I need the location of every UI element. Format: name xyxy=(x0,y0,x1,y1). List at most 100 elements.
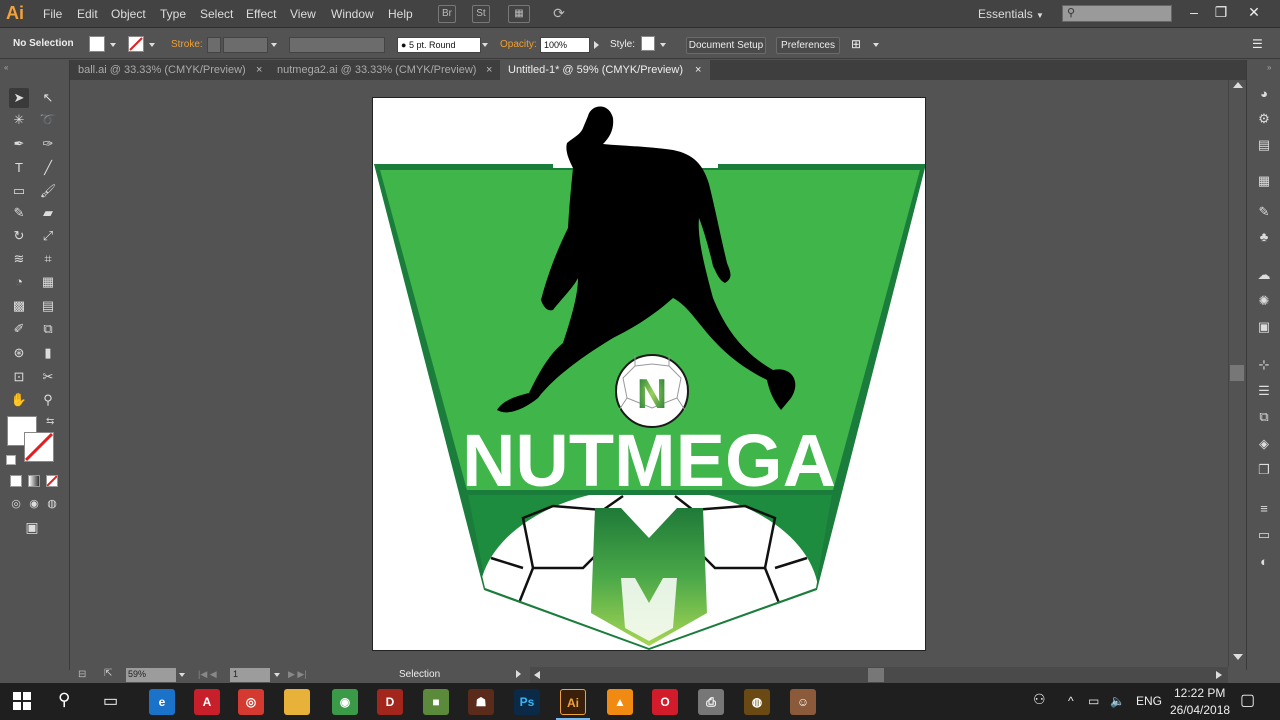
bridge-icon[interactable]: Br xyxy=(438,5,456,23)
gradient-mode-icon[interactable] xyxy=(28,475,40,487)
draw-behind-icon[interactable]: ◉ xyxy=(24,494,44,514)
document-setup-button[interactable]: Document Setup xyxy=(686,37,766,54)
pencil-tool-icon[interactable]: ✎ xyxy=(9,203,29,223)
taskbar-app-chrome[interactable]: ◉ xyxy=(332,689,358,715)
stroke-dropdown-icon[interactable] xyxy=(149,43,155,47)
panel-menu-icon[interactable]: ☰ xyxy=(1252,37,1263,51)
first-artboard-icon[interactable]: |◀ ◀ xyxy=(198,669,217,680)
width-tool-icon[interactable]: ≋ xyxy=(9,249,29,269)
graphic-styles-icon[interactable]: ▣ xyxy=(1255,318,1273,336)
close-tab-icon[interactable]: × xyxy=(256,64,262,76)
scroll-right-icon[interactable] xyxy=(1216,671,1222,679)
close-tab-icon[interactable]: × xyxy=(486,64,492,76)
preferences-button[interactable]: Preferences xyxy=(776,37,840,54)
last-artboard-icon[interactable]: ▶ ▶| xyxy=(288,669,307,680)
brush-definition-field[interactable]: ● 5 pt. Round xyxy=(397,37,481,53)
vertical-scrollbar[interactable] xyxy=(1228,80,1246,667)
type-tool-icon[interactable]: T xyxy=(9,158,29,178)
gradient-panel-icon[interactable]: ▭ xyxy=(1255,526,1273,544)
transform-icon[interactable]: ⊹ xyxy=(1255,356,1273,374)
battery-icon[interactable]: ▭ xyxy=(1088,694,1099,708)
task-view-icon[interactable]: ▭ xyxy=(103,691,118,711)
direct-selection-tool-icon[interactable]: ↖ xyxy=(38,88,58,108)
help-search-input[interactable]: ⚲ xyxy=(1062,5,1172,22)
artboard-dropdown-icon[interactable] xyxy=(274,673,280,677)
taskbar-app-printer[interactable]: ⎙ xyxy=(698,689,724,715)
rotate-tool-icon[interactable]: ↻ xyxy=(9,226,29,246)
variable-width-profile[interactable] xyxy=(289,37,385,53)
curvature-tool-icon[interactable]: ✑ xyxy=(38,134,58,154)
taskbar-app-edge[interactable]: e xyxy=(149,689,175,715)
fill-dropdown-icon[interactable] xyxy=(110,43,116,47)
style-swatch[interactable] xyxy=(641,36,655,51)
export-icon[interactable]: ⇱ xyxy=(104,668,112,679)
paintbrush-tool-icon[interactable]: 🖌 xyxy=(38,181,58,201)
eraser-tool-icon[interactable]: ▰ xyxy=(38,203,58,223)
menu-object[interactable]: Object xyxy=(111,7,146,21)
menu-help[interactable]: Help xyxy=(388,7,413,21)
expand-panels-icon[interactable]: » xyxy=(1267,63,1271,72)
taskbar-app-photoshop[interactable]: Ps xyxy=(514,689,540,715)
taskbar-app-file-explorer[interactable] xyxy=(284,689,310,715)
layers-icon[interactable]: ◈ xyxy=(1255,435,1273,453)
notification-icon[interactable]: ▢ xyxy=(1240,690,1255,710)
lasso-tool-icon[interactable]: ➰ xyxy=(38,110,58,130)
mesh-tool-icon[interactable]: ▩ xyxy=(9,296,29,316)
shape-builder-tool-icon[interactable]: ◔ xyxy=(9,272,29,292)
artboard-number-field[interactable]: 1 xyxy=(230,668,270,682)
collapse-panel-icon[interactable]: « xyxy=(4,63,8,72)
symbol-sprayer-tool-icon[interactable]: ⊛ xyxy=(9,343,29,363)
stroke-label[interactable]: Stroke: xyxy=(171,39,203,50)
vertical-scroll-thumb[interactable] xyxy=(1230,365,1244,381)
slice-tool-icon[interactable]: ✂ xyxy=(38,367,58,387)
workspace-switcher[interactable]: Essentials ▼ xyxy=(978,7,1044,21)
draw-inside-icon[interactable]: ◍ xyxy=(42,494,62,514)
close-tab-icon[interactable]: × xyxy=(695,64,701,76)
arrange-dropdown-icon[interactable] xyxy=(873,43,879,47)
menu-view[interactable]: View xyxy=(290,7,316,21)
opacity-label[interactable]: Opacity: xyxy=(500,39,537,50)
rectangle-tool-icon[interactable]: ▭ xyxy=(9,181,29,201)
menu-window[interactable]: Window xyxy=(331,7,374,21)
search-icon[interactable]: ⚲ xyxy=(58,690,70,710)
scale-tool-icon[interactable]: ⤢ xyxy=(38,226,58,246)
stroke-stepper[interactable] xyxy=(207,37,221,53)
hand-tool-icon[interactable]: ✋ xyxy=(9,390,29,410)
libraries-icon[interactable]: ☁ xyxy=(1255,266,1273,284)
menu-select[interactable]: Select xyxy=(200,7,233,21)
horizontal-scroll-thumb[interactable] xyxy=(868,668,884,682)
windows-start-icon[interactable] xyxy=(13,692,31,713)
selection-tool-icon[interactable]: ➤ xyxy=(9,88,29,108)
horizontal-scrollbar[interactable] xyxy=(530,667,1228,683)
menu-effect[interactable]: Effect xyxy=(246,7,276,21)
scroll-up-icon[interactable] xyxy=(1233,82,1243,88)
chevron-up-icon[interactable]: ^ xyxy=(1068,694,1074,708)
stroke-color-box[interactable] xyxy=(24,432,54,462)
taskbar-app-photo-app[interactable]: ☺ xyxy=(790,689,816,715)
scroll-left-icon[interactable] xyxy=(534,671,540,679)
stroke-weight-field[interactable] xyxy=(223,37,268,53)
zoom-field[interactable]: 59% xyxy=(126,668,176,682)
artboards-icon[interactable]: ❐ xyxy=(1255,461,1273,479)
arrange-documents-icon[interactable]: ▦ xyxy=(508,5,530,23)
eyedropper-tool-icon[interactable]: ✐ xyxy=(9,319,29,339)
free-transform-tool-icon[interactable]: ⌗ xyxy=(38,249,58,269)
default-colors-icon[interactable] xyxy=(6,455,16,465)
scroll-down-icon[interactable] xyxy=(1233,654,1243,660)
arrange-icon[interactable]: ⊞ xyxy=(851,37,861,51)
none-mode-icon[interactable] xyxy=(46,475,58,487)
taskbar-app-vlc[interactable]: ▲ xyxy=(607,689,633,715)
stroke-weight-dropdown-icon[interactable] xyxy=(271,43,277,47)
clock-date[interactable]: 26/04/2018 xyxy=(1170,703,1230,717)
brushes-icon[interactable]: ✎ xyxy=(1255,203,1273,221)
magic-wand-tool-icon[interactable]: ✳ xyxy=(9,110,29,130)
language-indicator[interactable]: ENG xyxy=(1136,694,1162,708)
properties-icon[interactable]: ▤ xyxy=(1255,136,1273,154)
tab-untitled-1[interactable]: Untitled-1* @ 59% (CMYK/Preview) xyxy=(500,60,710,80)
status-menu-icon[interactable] xyxy=(516,670,521,678)
stock-icon[interactable]: St xyxy=(472,5,490,23)
swap-colors-icon[interactable]: ⇆ xyxy=(46,416,54,427)
align-icon[interactable]: ☰ xyxy=(1255,382,1273,400)
graph-tool-icon[interactable]: ▮ xyxy=(38,343,58,363)
menu-edit[interactable]: Edit xyxy=(77,7,98,21)
